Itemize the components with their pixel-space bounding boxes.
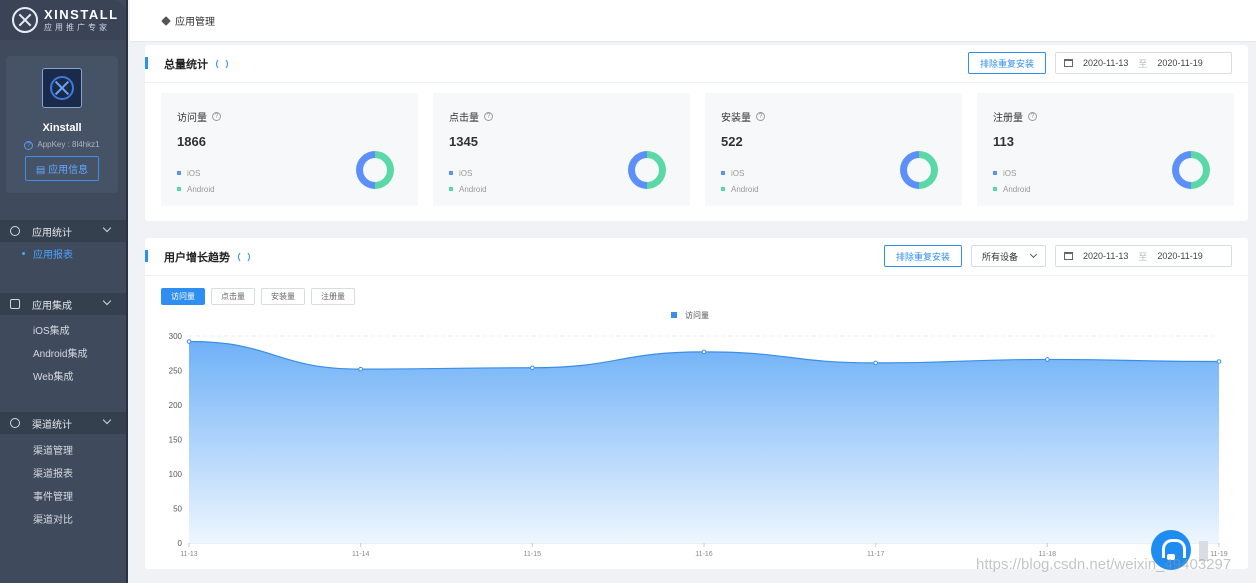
chevron-down-icon	[102, 415, 112, 425]
brand[interactable]: XINSTALL 应用推广专家	[0, 0, 126, 40]
date-start: 2020-11-13	[1083, 58, 1129, 68]
sidebar-item-android[interactable]: Android集成	[0, 341, 126, 364]
date-separator: 至	[1138, 58, 1148, 69]
dedupe-install-button[interactable]: 排除重复安装	[967, 52, 1046, 74]
chevron-down-icon	[102, 223, 112, 233]
chevron-down-icon	[102, 296, 112, 306]
x-tick-label: 11-15	[524, 551, 541, 558]
help-icon[interactable]: ?	[1028, 112, 1037, 121]
help-icon[interactable]: ?	[212, 112, 221, 121]
sidebar-menu-channel: 渠道统计 渠道管理 渠道报表 事件管理 渠道对比	[0, 412, 126, 530]
sidebar: XINSTALL 应用推广专家 Xinstall ? AppKey : 8l4hk…	[0, 0, 128, 583]
sidebar-item-ios[interactable]: iOS集成	[0, 318, 126, 341]
y-tick-label: 300	[169, 332, 183, 341]
x-tick-label: 11-17	[867, 551, 884, 558]
brand-subtitle: 应用推广专家	[44, 23, 110, 32]
data-point[interactable]	[873, 360, 878, 366]
stat-label: 安装量?	[721, 109, 962, 124]
app-name: Xinstall	[42, 122, 82, 134]
y-tick-label: 150	[169, 436, 183, 445]
menu-group-app-stats[interactable]: 应用统计	[0, 220, 126, 242]
menu-group-integration[interactable]: 应用集成	[0, 293, 126, 315]
overview-panel: 总量统计 排除重复安装 2020-11-13 至 2020-11-19 访问量?…	[145, 45, 1248, 221]
sidebar-item-event-manage[interactable]: 事件管理	[0, 484, 126, 507]
trend-panel: 用户增长趋势 排除重复安装 所有设备 2020-11-13 至 2020-11-…	[145, 238, 1248, 569]
share-icon	[10, 418, 20, 428]
appkey-text: ? AppKey : 8l4hkz1	[6, 140, 118, 150]
sidebar-menu: 应用统计 应用报表	[0, 220, 126, 265]
data-point[interactable]	[530, 365, 535, 371]
cube-icon	[161, 15, 171, 26]
app-avatar-icon	[42, 68, 82, 108]
y-tick-label: 50	[173, 505, 182, 514]
donut-chart	[356, 151, 394, 189]
overview-header: 总量统计 排除重复安装 2020-11-13 至 2020-11-19	[145, 45, 1248, 83]
sidebar-item-channel-manage[interactable]: 渠道管理	[0, 438, 126, 461]
trend-chart: 0 50 100 150 200 250 300 11-13 11-14 11-15 11-16 11…	[169, 310, 1228, 558]
x-tick-label: 11-13	[180, 551, 197, 558]
data-point[interactable]	[358, 366, 363, 372]
donut-chart	[900, 151, 938, 189]
sidebar-item-web[interactable]: Web集成	[0, 364, 126, 387]
cube-icon	[10, 299, 20, 309]
x-tick-label: 11-14	[352, 551, 369, 558]
stat-cards: 访问量? 1866 iOS Android 点击量? 1345 iOS Android 安装量?…	[161, 93, 1234, 206]
pie-chart-icon	[10, 226, 20, 236]
xinstall-logo-icon	[12, 7, 38, 33]
breadcrumb[interactable]: 应用管理	[175, 13, 215, 28]
y-tick-label: 250	[169, 367, 183, 376]
donut-chart	[628, 151, 666, 189]
app-info-button[interactable]: ▤ 应用信息	[24, 156, 100, 181]
stat-card: 安装量? 522 iOS Android	[705, 93, 962, 206]
sidebar-item-channel-compare[interactable]: 渠道对比	[0, 507, 126, 530]
stat-card: 访问量? 1866 iOS Android	[161, 93, 418, 206]
date-range-picker[interactable]: 2020-11-13 至 2020-11-19	[1055, 52, 1232, 74]
stat-card: 点击量? 1345 iOS Android	[433, 93, 690, 206]
stat-card: 注册量? 113 iOS Android	[977, 93, 1234, 206]
refresh-icon[interactable]	[216, 57, 228, 70]
data-point[interactable]	[1216, 359, 1222, 364]
data-point[interactable]	[701, 349, 707, 355]
data-point[interactable]	[1045, 357, 1050, 362]
stat-label: 点击量?	[449, 109, 690, 124]
watermark: https://blog.csdn.net/weixin_49403297	[976, 556, 1232, 573]
stat-value: 1345	[449, 134, 478, 149]
area-fill	[189, 341, 1219, 543]
overview-title: 总量统计	[164, 58, 208, 71]
legend-label[interactable]: 访问量	[685, 310, 709, 320]
topbar: 应用管理	[130, 0, 1256, 42]
sidebar-menu-integration: 应用集成 iOS集成 Android集成 Web集成	[0, 293, 126, 387]
legend-swatch	[671, 312, 677, 318]
y-tick-label: 200	[169, 401, 183, 410]
calendar-icon	[1064, 59, 1073, 67]
data-point[interactable]	[186, 339, 192, 344]
stat-value: 1866	[177, 134, 206, 149]
document-icon: ▤	[35, 165, 46, 176]
sidebar-item-channel-report[interactable]: 渠道报表	[0, 461, 126, 484]
y-tick-label: 100	[169, 470, 183, 479]
menu-group-channel[interactable]: 渠道统计	[0, 412, 126, 434]
donut-chart	[1172, 151, 1210, 189]
stat-value: 522	[721, 134, 743, 149]
stat-label: 注册量?	[993, 109, 1234, 124]
help-icon[interactable]: ?	[484, 112, 493, 121]
stat-label: 访问量?	[177, 109, 418, 124]
date-end: 2020-11-19	[1157, 58, 1203, 68]
question-icon[interactable]: ?	[24, 141, 34, 150]
sidebar-item-app-report[interactable]: 应用报表	[0, 242, 126, 265]
brand-name: XINSTALL	[44, 7, 119, 22]
y-tick-label: 0	[178, 539, 183, 548]
app-profile: Xinstall ? AppKey : 8l4hkz1 ▤ 应用信息	[6, 56, 118, 193]
help-icon[interactable]: ?	[756, 112, 765, 121]
stat-value: 113	[993, 134, 1014, 149]
x-tick-label: 11-16	[695, 551, 712, 558]
